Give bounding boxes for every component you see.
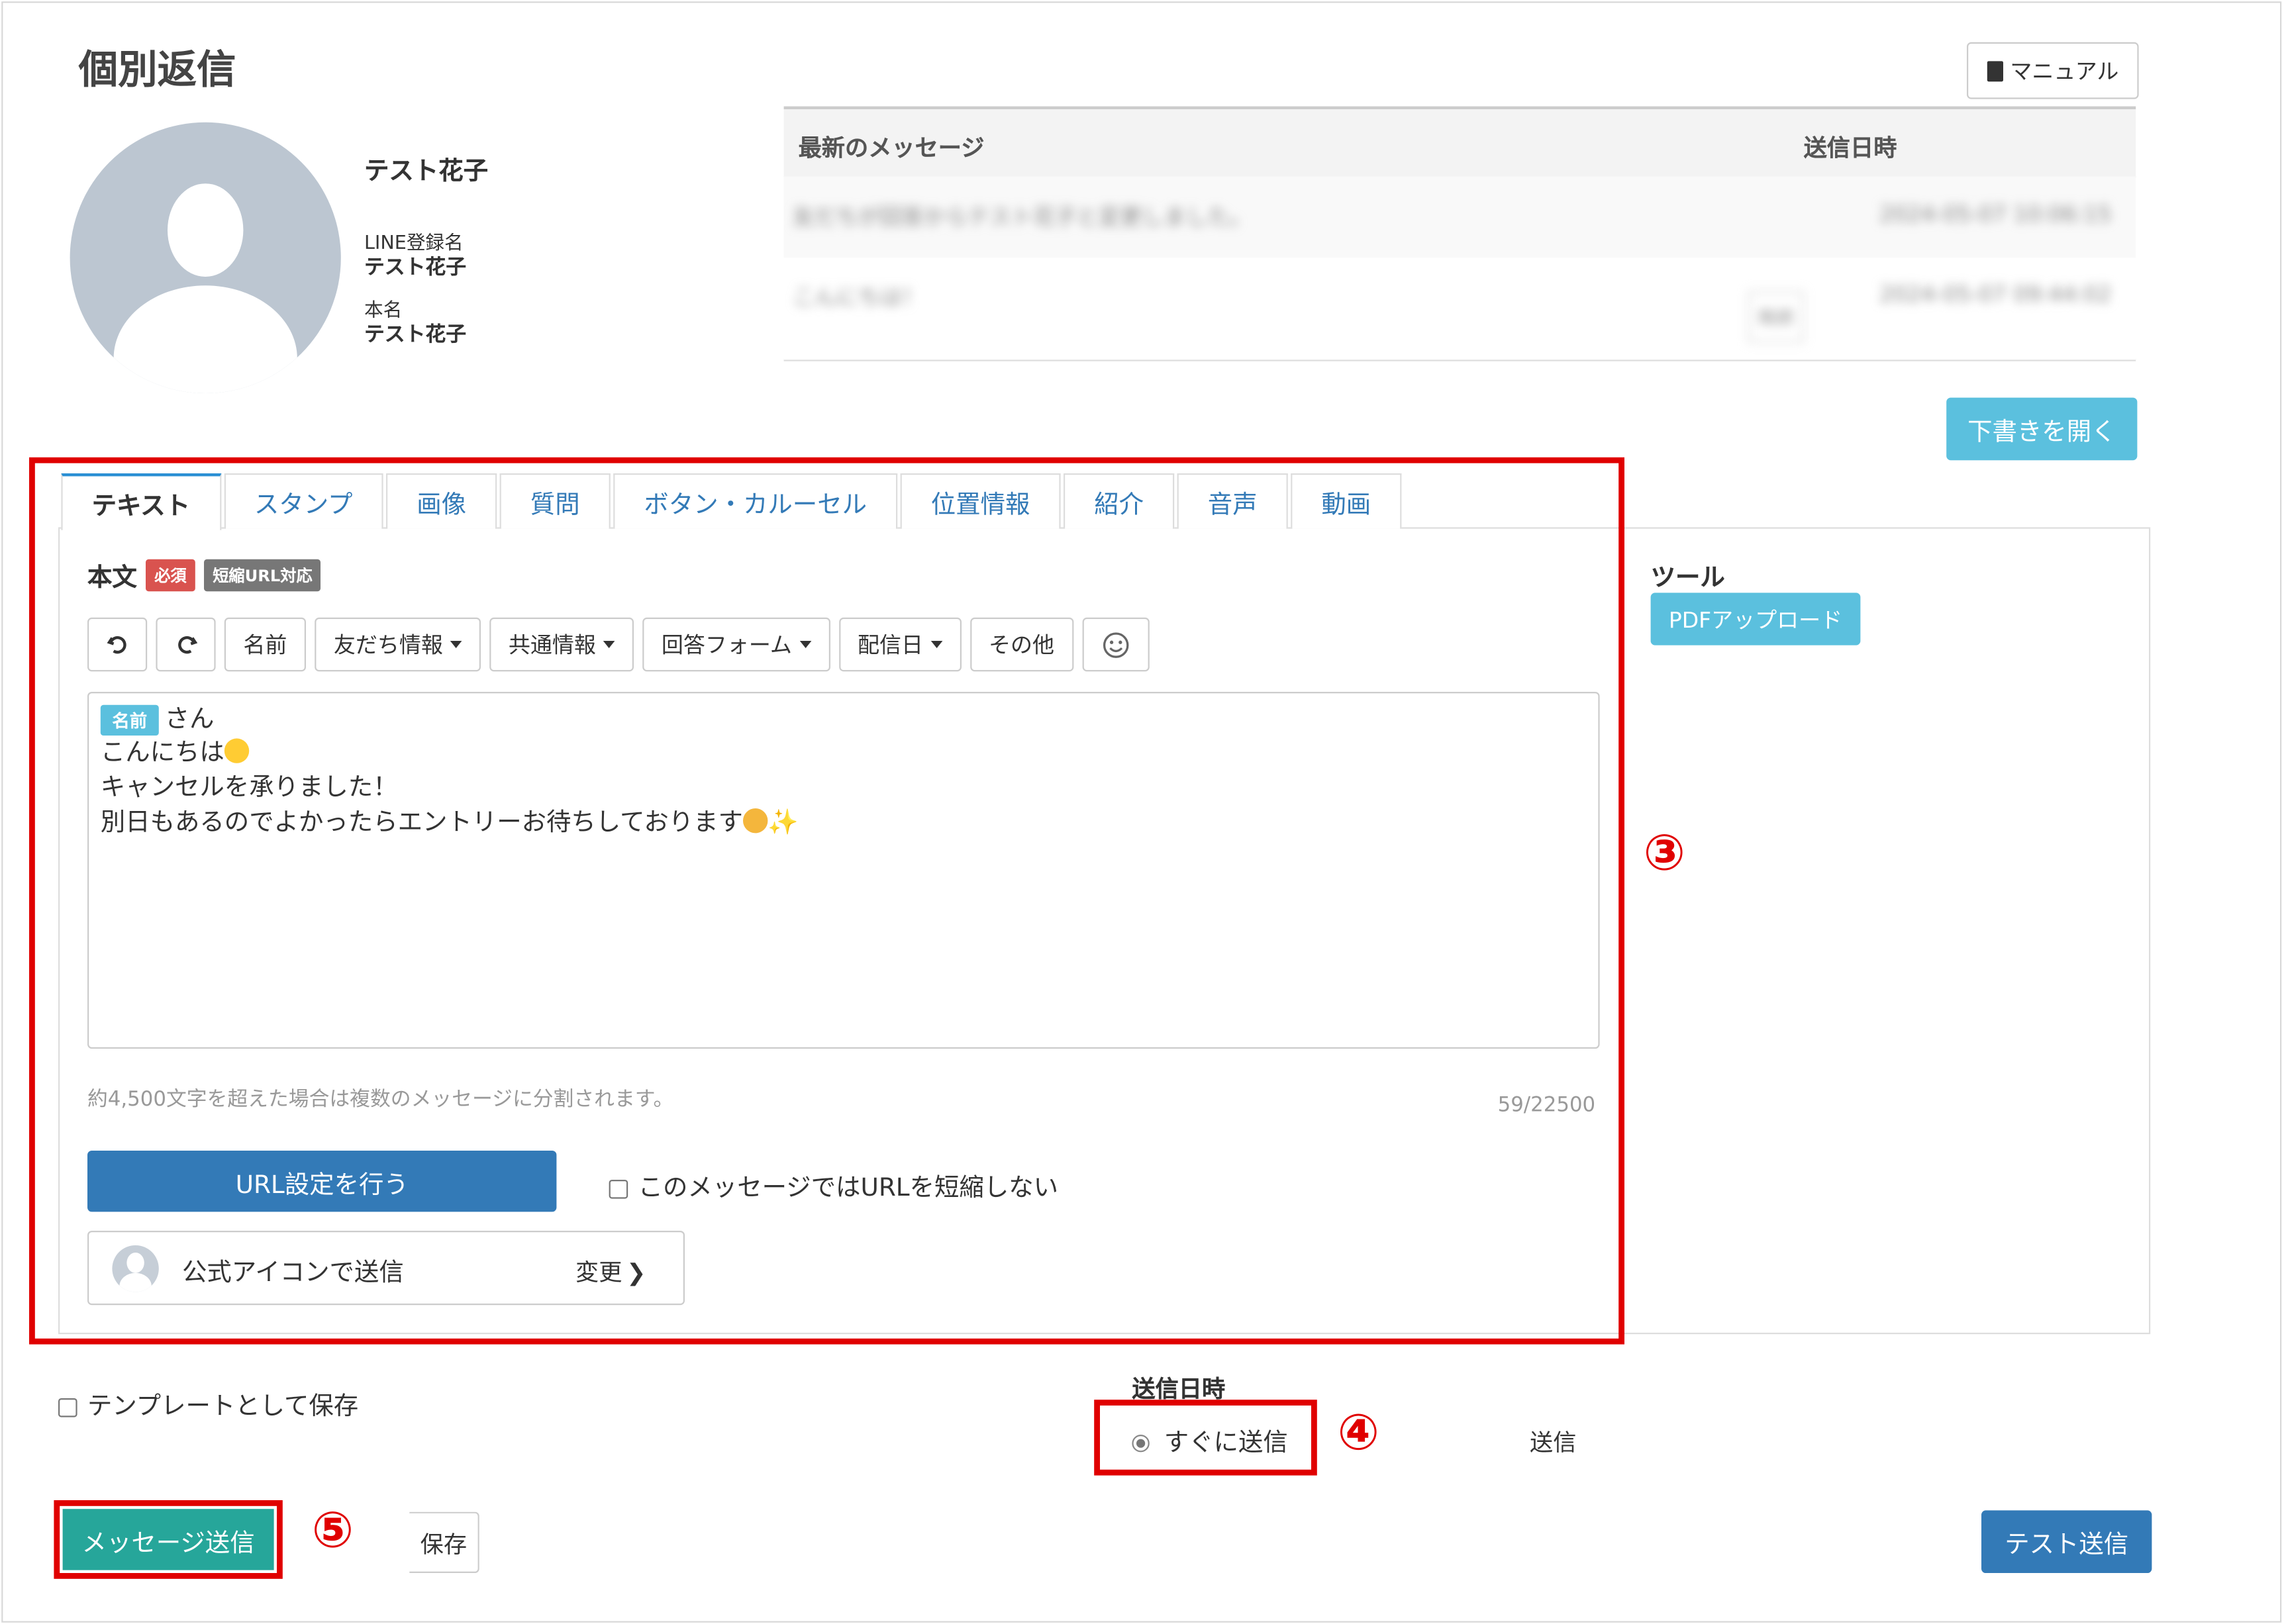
line-name-label: LINE登録名 [364,233,464,255]
col-datetime-header: 送信日時 [1803,134,1897,162]
message-text: 友だちが回答からテスト花子と変更しました。 [792,204,1252,230]
send-partial-label: 送信 [1530,1429,1577,1457]
table-row[interactable]: 友だちが回答からテスト花子と変更しました。 2024-05-07 10:06:1… [783,176,2136,258]
page-title: 個別返信 [78,48,236,93]
recent-messages-table: 最新のメッセージ 送信日時 友だちが回答からテスト花子と変更しました。 2024… [783,106,2136,361]
table-header: 最新のメッセージ 送信日時 [783,109,2136,178]
message-datetime: 2024-05-07 10:06:15 [1879,201,2112,228]
manual-label: マニュアル [2010,58,2119,85]
open-draft-button[interactable]: 下書きを開く [1946,397,2138,461]
profile-name: テスト花子 [364,157,488,187]
step-5-marker: ⑤ [311,1502,354,1560]
tools-title: ツール [1650,563,1725,593]
table-row[interactable]: こんにちは！ 既読 2024-05-07 09:44:02 [783,258,2136,360]
message-text: こんにちは！ [792,284,924,310]
message-datetime: 2024-05-07 09:44:02 [1879,281,2112,308]
manual-button[interactable]: マニュアル [1967,42,2139,99]
real-name-value: テスト花子 [364,323,466,347]
read-badge: 既読 [1748,291,1804,342]
highlight-box-5 [54,1500,283,1579]
save-button[interactable]: 保存 [409,1511,479,1573]
step-4-marker: ④ [1337,1404,1379,1462]
save-as-template-checkbox[interactable] [58,1398,77,1417]
avatar [70,122,341,394]
step-3-marker: ③ [1643,824,1685,883]
save-as-template-option[interactable]: テンプレートとして保存 [58,1385,358,1421]
save-as-template-label: テンプレートとして保存 [87,1392,359,1422]
send-datetime-label: 送信日時 [1132,1374,1226,1403]
highlight-box-4 [1094,1400,1317,1476]
real-name-label: 本名 [364,300,403,322]
highlight-box-3 [29,457,1624,1345]
col-message-header: 最新のメッセージ [798,134,985,162]
avatar-body-shape [113,285,297,394]
page: 個別返信 マニュアル テスト花子 LINE登録名 テスト花子 本名 テスト花子 … [0,0,2284,1624]
test-send-button[interactable]: テスト送信 [1981,1510,2152,1573]
pdf-upload-button[interactable]: PDFアップロード [1650,593,1861,645]
avatar-head-shape [168,183,244,277]
line-name-value: テスト花子 [364,256,466,280]
book-icon [1987,60,2003,81]
